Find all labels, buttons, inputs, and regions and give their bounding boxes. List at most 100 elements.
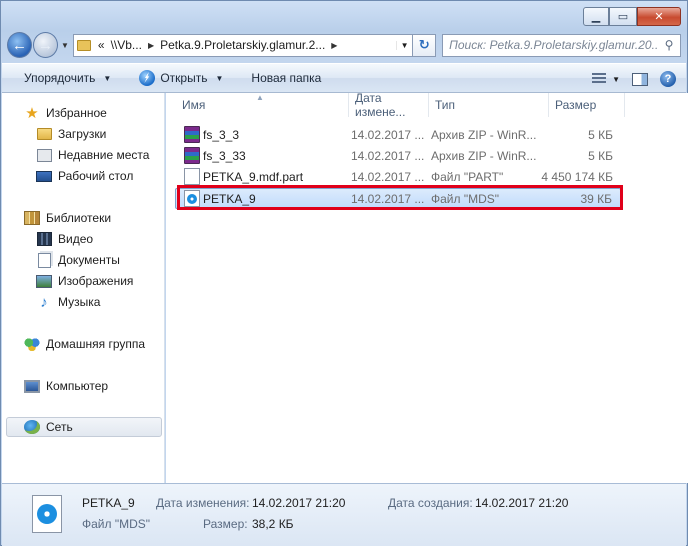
nav-item-music[interactable]: ♪ Музыка — [2, 292, 100, 312]
refresh-button[interactable]: ↻ — [413, 33, 437, 57]
nav-item-label: Видео — [58, 232, 94, 246]
nav-item-label: Рабочий стол — [58, 169, 134, 183]
search-placeholder: Поиск: Petka.9.Proletarskiy.glamur.20... — [449, 38, 658, 52]
organize-button[interactable]: Упорядочить ▼ — [10, 71, 125, 85]
blank-file-icon — [184, 168, 200, 185]
views-button[interactable]: ▼ — [592, 73, 620, 85]
arrow-right-icon: → — [37, 36, 53, 54]
details-created-label: Дата создания: — [388, 496, 473, 510]
minimize-button[interactable]: ▁ — [583, 7, 609, 26]
breadcrumb-chevron-icon[interactable]: ▶ — [145, 41, 157, 50]
column-header-label: Тип — [435, 98, 456, 112]
caption-buttons: ▁ ▭ ✕ — [583, 7, 681, 26]
nav-computer[interactable]: Компьютер — [2, 376, 108, 396]
winrar-archive-icon — [184, 126, 200, 143]
maximize-icon: ▭ — [617, 11, 629, 23]
close-button[interactable]: ✕ — [637, 7, 681, 26]
file-size: 4 450 174 КБ — [541, 169, 613, 184]
forward-button[interactable]: → — [32, 32, 58, 58]
nav-item-pictures[interactable]: Изображения — [2, 271, 133, 291]
back-button[interactable]: ← — [7, 32, 32, 58]
details-file-name: PETKA_9 — [82, 496, 135, 510]
file-type: Файл "MDS" — [431, 191, 500, 206]
column-header-label: Размер — [555, 98, 597, 112]
homegroup-icon — [24, 337, 40, 351]
nav-item-downloads[interactable]: Загрузки — [2, 124, 106, 144]
nav-item-documents[interactable]: Документы — [2, 250, 120, 270]
disc-image-file-icon — [184, 190, 200, 207]
nav-item-videos[interactable]: Видео — [2, 229, 93, 249]
breadcrumb-chevron-icon[interactable]: ▶ — [328, 41, 340, 50]
file-size: 5 КБ — [588, 127, 613, 142]
file-row[interactable]: fs_3_33 14.02.2017 ... Архив ZIP - WinR.… — [175, 145, 621, 166]
nav-item-desktop[interactable]: Рабочий стол — [2, 166, 133, 186]
file-name: PETKA_9.mdf.part — [203, 169, 304, 184]
file-row-selected[interactable]: PETKA_9 14.02.2017 ... Файл "MDS" 39 КБ — [175, 188, 621, 209]
navigation-pane: ★ Избранное Загрузки Недавние места Рабо… — [2, 93, 165, 483]
nav-libraries[interactable]: Библиотеки — [2, 208, 111, 228]
details-size-value: 38,2 КБ — [252, 517, 294, 531]
details-created-value: 14.02.2017 21:20 — [475, 496, 569, 510]
details-modified-value: 14.02.2017 21:20 — [252, 496, 346, 510]
details-pane: PETKA_9 Файл "MDS" Дата изменения: 14.02… — [2, 483, 686, 546]
preview-pane-icon[interactable] — [632, 72, 648, 86]
file-row[interactable]: PETKA_9.mdf.part 14.02.2017 ... Файл "PA… — [175, 166, 621, 187]
nav-item-label: Загрузки — [58, 127, 107, 141]
nav-computer-label: Компьютер — [46, 379, 109, 393]
search-input[interactable]: Поиск: Petka.9.Proletarskiy.glamur.20...… — [442, 33, 681, 57]
nav-item-label: Документы — [58, 253, 120, 267]
network-icon — [24, 420, 40, 434]
disc-image-file-icon — [32, 495, 62, 533]
computer-icon — [24, 379, 40, 393]
file-row[interactable]: fs_3_3 14.02.2017 ... Архив ZIP - WinR..… — [175, 124, 621, 145]
column-header-name[interactable]: Имя — [176, 93, 349, 117]
minimize-icon: ▁ — [591, 11, 601, 23]
explorer-window: ▁ ▭ ✕ ← → ▼ « \\Vb... ▶ Petka.9.Proletar… — [0, 0, 688, 546]
downloads-folder-icon — [36, 128, 52, 140]
new-folder-label: Новая папка — [251, 71, 322, 85]
file-name: fs_3_3 — [203, 127, 240, 142]
file-date: 14.02.2017 ... — [351, 169, 425, 184]
address-bar[interactable]: « \\Vb... ▶ Petka.9.Proletarskiy.glamur.… — [72, 33, 414, 57]
music-note-icon: ♪ — [40, 293, 48, 311]
nav-libraries-label: Библиотеки — [46, 211, 112, 225]
column-header-type[interactable]: Тип — [429, 93, 549, 117]
new-folder-button[interactable]: Новая папка — [237, 71, 335, 85]
file-type: Архив ZIP - WinR... — [431, 127, 537, 142]
recent-places-icon — [36, 148, 52, 162]
details-size-label: Размер: — [203, 517, 248, 531]
nav-network[interactable]: Сеть — [6, 417, 162, 437]
view-list-icon — [592, 73, 607, 85]
nav-homegroup-label: Домашняя группа — [46, 337, 146, 351]
chevron-down-icon: ▼ — [215, 73, 224, 83]
nav-network-label: Сеть — [46, 420, 73, 434]
column-header-date[interactable]: Дата измене... — [349, 91, 429, 119]
nav-favorites-label: Избранное — [46, 106, 107, 120]
nav-homegroup[interactable]: Домашняя группа — [2, 334, 145, 354]
organize-label: Упорядочить — [24, 71, 96, 85]
file-name: PETKA_9 — [203, 191, 256, 206]
breadcrumb-segment[interactable]: Petka.9.Proletarskiy.glamur.2... — [157, 38, 328, 52]
close-icon: ✕ — [654, 11, 664, 23]
maximize-button[interactable]: ▭ — [609, 7, 637, 26]
nav-item-label: Музыка — [58, 295, 101, 309]
file-date: 14.02.2017 ... — [351, 191, 425, 206]
breadcrumb-overflow[interactable]: « — [95, 38, 108, 52]
nav-item-recent-places[interactable]: Недавние места — [2, 145, 149, 165]
nav-favorites[interactable]: ★ Избранное — [2, 103, 107, 123]
help-icon[interactable]: ? — [660, 71, 676, 87]
search-icon[interactable]: ⚲ — [658, 38, 680, 52]
folder-icon — [76, 39, 91, 51]
file-date: 14.02.2017 ... — [351, 127, 425, 142]
desktop-icon — [36, 170, 52, 182]
open-button[interactable]: Открыть ▼ — [125, 70, 237, 86]
command-bar: Упорядочить ▼ Открыть ▼ Новая папка ▼ ? — [2, 63, 686, 93]
address-dropdown-icon[interactable]: ▼ — [396, 40, 412, 50]
breadcrumb-segment[interactable]: \\Vb... — [108, 38, 145, 52]
chevron-down-icon: ▼ — [103, 73, 112, 83]
navigation-bar: ← → ▼ « \\Vb... ▶ Petka.9.Proletarskiy.g… — [7, 31, 681, 59]
recent-pages-dropdown[interactable]: ▼ — [61, 41, 69, 50]
video-library-icon — [36, 232, 52, 246]
nav-item-label: Изображения — [58, 274, 134, 288]
column-header-size[interactable]: Размер — [549, 93, 625, 117]
